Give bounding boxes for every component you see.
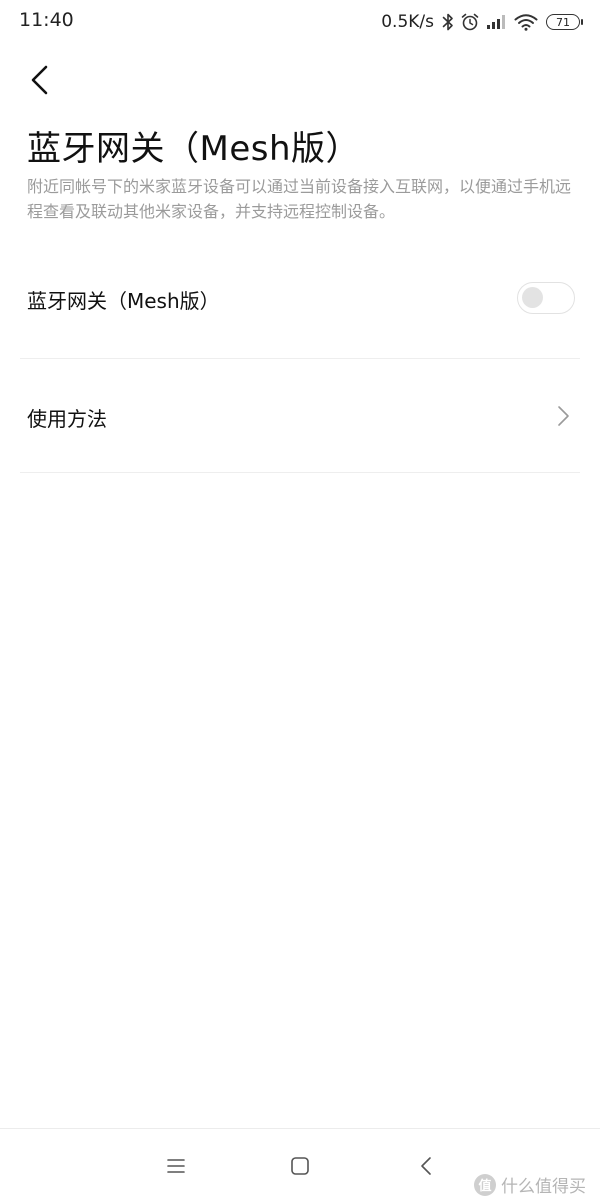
back-button[interactable] [20,60,60,100]
watermark-text: 什么值得买 [501,1177,586,1197]
status-time: 11:40 [19,9,74,31]
status-bar: 11:40 0.5K/s 71 [0,0,600,44]
gateway-label: 蓝牙网关（Mesh版） [27,289,220,313]
wifi-icon [514,13,538,31]
network-speed: 0.5K/s [381,12,434,32]
gateway-toggle[interactable] [517,282,575,314]
gateway-setting-row[interactable]: 蓝牙网关（Mesh版） [0,240,600,358]
page-title: 蓝牙网关（Mesh版） [27,129,361,169]
home-icon [291,1157,309,1175]
screen: 11:40 0.5K/s 71 蓝牙网关（Mesh版） 附近同帐号下的米家蓝牙设… [0,0,600,1200]
chevron-right-icon [558,406,569,426]
menu-icon [167,1159,185,1173]
usage-row[interactable]: 使用方法 [0,359,600,472]
status-icons: 0.5K/s 71 [381,8,583,36]
usage-label: 使用方法 [27,407,107,431]
nav-menu-button[interactable] [161,1151,191,1181]
bluetooth-icon [442,12,454,32]
watermark-logo: 值 [474,1173,496,1196]
signal-icon [486,14,508,30]
watermark: 值 什么值得买 [474,1172,586,1197]
back-icon [421,1157,431,1175]
battery-icon: 71 [546,14,583,30]
nav-home-button[interactable] [285,1151,315,1181]
battery-level: 71 [556,15,570,29]
alarm-icon [460,12,480,32]
toggle-knob [522,287,543,308]
chevron-left-icon [31,65,48,95]
nav-back-button[interactable] [411,1151,441,1181]
divider [20,472,580,473]
page-description: 附近同帐号下的米家蓝牙设备可以通过当前设备接入互联网，以便通过手机远程查看及联动… [27,177,572,221]
